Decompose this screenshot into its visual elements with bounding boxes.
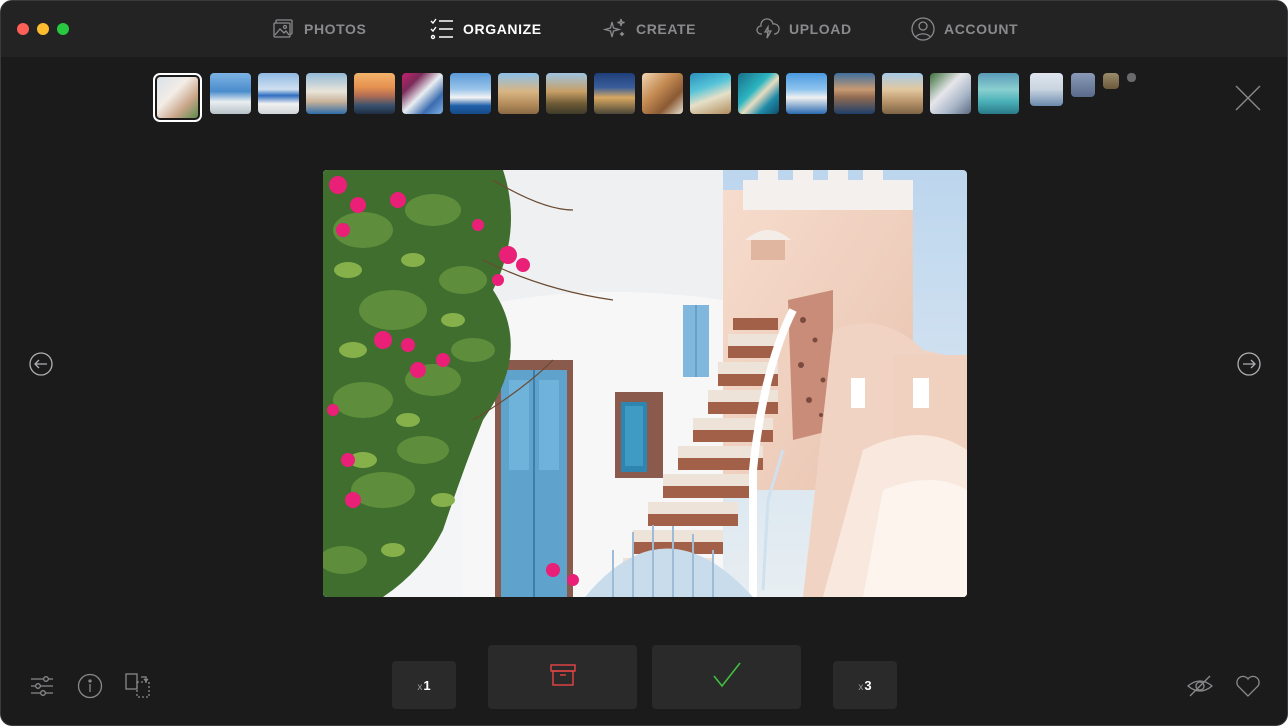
close-icon[interactable]: [1235, 85, 1261, 111]
thumbnail-17[interactable]: [930, 73, 971, 114]
thumbnail-16[interactable]: [882, 73, 923, 114]
keep-three-label: x3: [858, 677, 872, 693]
app-window: PHOTOS ORGANIZE CREATE UPLOAD ACCOUNT x1…: [0, 0, 1288, 726]
thumbnail-11[interactable]: [642, 73, 683, 114]
tab-organize-label: ORGANIZE: [463, 21, 542, 37]
thumbnail-12[interactable]: [690, 73, 731, 114]
heart-icon[interactable]: [1235, 673, 1261, 699]
thumbnail-9[interactable]: [546, 73, 587, 114]
cloud-upload-icon: [756, 18, 780, 40]
thumbnail-10[interactable]: [594, 73, 635, 114]
thumbnail-5[interactable]: [354, 73, 395, 114]
thumbnail-15[interactable]: [834, 73, 875, 114]
thumbnail-3[interactable]: [258, 73, 299, 114]
thumbnail-4[interactable]: [306, 73, 347, 114]
thumbnail-14[interactable]: [786, 73, 827, 114]
user-icon: [911, 17, 935, 41]
tab-organize[interactable]: ORGANIZE: [430, 15, 542, 43]
thumbnail-22[interactable]: [1127, 73, 1136, 82]
tab-photos[interactable]: PHOTOS: [273, 15, 366, 43]
thumbnail-2[interactable]: [210, 73, 251, 114]
keep-three-button[interactable]: x3: [833, 661, 897, 709]
tab-account[interactable]: ACCOUNT: [911, 15, 1018, 43]
window-maximize-button[interactable]: [57, 23, 69, 35]
main-photo: [323, 170, 967, 597]
tab-upload-label: UPLOAD: [789, 21, 852, 37]
checklist-icon: [430, 18, 454, 40]
thumbnail-21[interactable]: [1103, 73, 1119, 89]
previous-arrow-icon[interactable]: [29, 352, 53, 376]
tab-account-label: ACCOUNT: [944, 21, 1019, 37]
thumbnail-19[interactable]: [1030, 73, 1063, 106]
keep-button[interactable]: [652, 645, 801, 709]
archive-button[interactable]: [488, 645, 637, 709]
reject-one-button[interactable]: x1: [392, 661, 456, 709]
sparkle-icon: [603, 17, 627, 41]
thumbnail-7[interactable]: [450, 73, 491, 114]
tab-photos-label: PHOTOS: [304, 21, 367, 37]
thumbnail-1[interactable]: [153, 73, 202, 122]
sliders-icon[interactable]: [29, 673, 55, 699]
window-minimize-button[interactable]: [37, 23, 49, 35]
swap-frame-icon[interactable]: [125, 673, 151, 699]
tab-create[interactable]: CREATE: [603, 15, 696, 43]
title-bar: PHOTOS ORGANIZE CREATE UPLOAD ACCOUNT: [1, 1, 1287, 57]
hide-eye-icon[interactable]: [1186, 673, 1214, 699]
window-close-button[interactable]: [17, 23, 29, 35]
thumbnail-20[interactable]: [1071, 73, 1095, 97]
tab-upload[interactable]: UPLOAD: [756, 15, 852, 43]
tab-create-label: CREATE: [636, 21, 697, 37]
thumbnail-6[interactable]: [402, 73, 443, 114]
thumbnail-18[interactable]: [978, 73, 1019, 114]
photos-icon: [273, 18, 295, 40]
archive-box-icon: [549, 663, 576, 691]
reject-one-label: x1: [417, 677, 431, 693]
info-icon[interactable]: [77, 673, 103, 699]
check-icon: [712, 661, 742, 694]
next-arrow-icon[interactable]: [1237, 352, 1261, 376]
thumbnail-8[interactable]: [498, 73, 539, 114]
thumbnail-13[interactable]: [738, 73, 779, 114]
